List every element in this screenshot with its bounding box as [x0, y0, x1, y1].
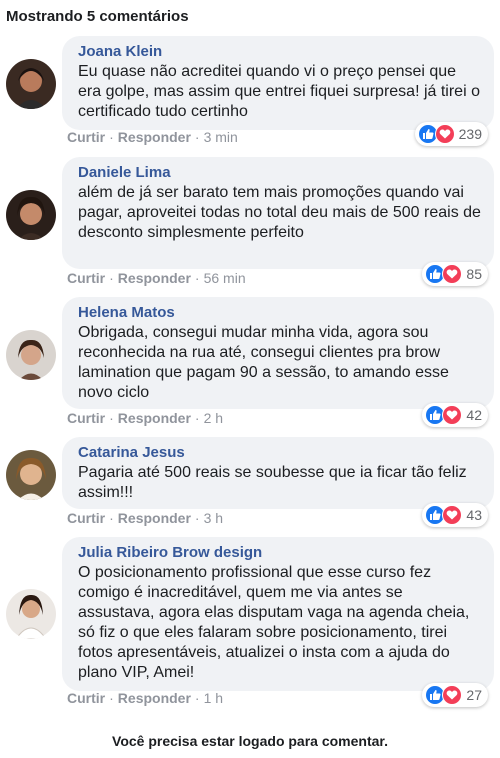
separator: ·	[194, 129, 200, 145]
comment-time: 3 h	[203, 510, 224, 526]
avatar[interactable]	[6, 589, 56, 639]
comment-text: O posicionamento profissional que esse c…	[78, 564, 470, 681]
reaction-summary[interactable]: 43	[422, 503, 488, 527]
separator: ·	[194, 690, 200, 706]
heart-icon	[442, 505, 463, 525]
avatar-photo-icon	[6, 589, 56, 639]
comment-actions: Curtir · Responder · 2 h	[67, 410, 223, 426]
reply-link[interactable]: Responder	[118, 129, 191, 145]
reply-link[interactable]: Responder	[118, 510, 191, 526]
avatar-photo-icon	[6, 330, 56, 380]
reaction-summary[interactable]: 27	[422, 683, 488, 707]
reaction-summary[interactable]: 239	[414, 122, 488, 146]
separator: ·	[109, 129, 114, 145]
comment-text: Pagaria até 500 reais se soubesse que ia…	[78, 464, 467, 501]
comment-time: 3 min	[203, 129, 238, 145]
avatar[interactable]	[6, 59, 56, 109]
login-required-notice: Você precisa estar logado para comentar.	[112, 733, 388, 749]
separator: ·	[109, 510, 114, 526]
comment-bubble: Catarina Jesus Pagaria até 500 reais se …	[62, 437, 494, 509]
like-link[interactable]: Curtir	[67, 270, 105, 286]
reaction-count: 43	[466, 507, 482, 523]
comment-actions: Curtir · Responder · 3 min	[67, 129, 238, 145]
comment-bubble: Julia Ribeiro Brow design O posicionamen…	[62, 537, 494, 691]
reaction-count: 42	[466, 407, 482, 423]
comment-text: Eu quase não acreditei quando vi o preço…	[78, 63, 480, 120]
comment-author[interactable]: Catarina Jesus	[78, 443, 482, 463]
comment-author[interactable]: Joana Klein	[78, 42, 482, 62]
reply-link[interactable]: Responder	[118, 410, 191, 426]
comments-count-header: Mostrando 5 comentários	[6, 8, 189, 25]
separator: ·	[109, 270, 114, 286]
comment-bubble: Joana Klein Eu quase não acreditei quand…	[62, 36, 494, 130]
comment-author[interactable]: Helena Matos	[78, 303, 482, 323]
heart-icon	[442, 405, 463, 425]
comment-author[interactable]: Julia Ribeiro Brow design	[78, 543, 482, 563]
separator: ·	[194, 270, 200, 286]
comment-text: além de já ser barato tem mais promoções…	[78, 184, 481, 241]
separator: ·	[109, 410, 114, 426]
separator: ·	[109, 690, 114, 706]
comment-author[interactable]: Daniele Lima	[78, 163, 482, 183]
comment-time: 1 h	[203, 690, 224, 706]
like-link[interactable]: Curtir	[67, 510, 105, 526]
comment-actions: Curtir · Responder · 1 h	[67, 690, 223, 706]
reaction-count: 27	[466, 687, 482, 703]
comment-bubble: Helena Matos Obrigada, consegui mudar mi…	[62, 297, 494, 409]
avatar[interactable]	[6, 450, 56, 500]
separator: ·	[194, 510, 200, 526]
avatar[interactable]	[6, 330, 56, 380]
avatar-photo-icon	[6, 59, 56, 109]
like-link[interactable]: Curtir	[67, 410, 105, 426]
reply-link[interactable]: Responder	[118, 690, 191, 706]
separator: ·	[194, 410, 200, 426]
heart-icon	[442, 264, 463, 284]
reaction-count: 239	[458, 126, 482, 142]
reaction-summary[interactable]: 85	[422, 262, 488, 286]
like-link[interactable]: Curtir	[67, 129, 105, 145]
comment-time: 56 min	[203, 270, 246, 286]
comment-text: Obrigada, consegui mudar minha vida, ago…	[78, 324, 449, 401]
comment-actions: Curtir · Responder · 56 min	[67, 270, 246, 286]
reply-link[interactable]: Responder	[118, 270, 191, 286]
comment-actions: Curtir · Responder · 3 h	[67, 510, 223, 526]
reaction-summary[interactable]: 42	[422, 403, 488, 427]
avatar[interactable]	[6, 190, 56, 240]
avatar-photo-icon	[6, 450, 56, 500]
reaction-count: 85	[466, 266, 482, 282]
comment-bubble: Daniele Lima além de já ser barato tem m…	[62, 157, 494, 269]
like-link[interactable]: Curtir	[67, 690, 105, 706]
avatar-photo-icon	[6, 190, 56, 240]
heart-icon	[442, 685, 463, 705]
comment-time: 2 h	[203, 410, 224, 426]
heart-icon	[434, 124, 455, 144]
